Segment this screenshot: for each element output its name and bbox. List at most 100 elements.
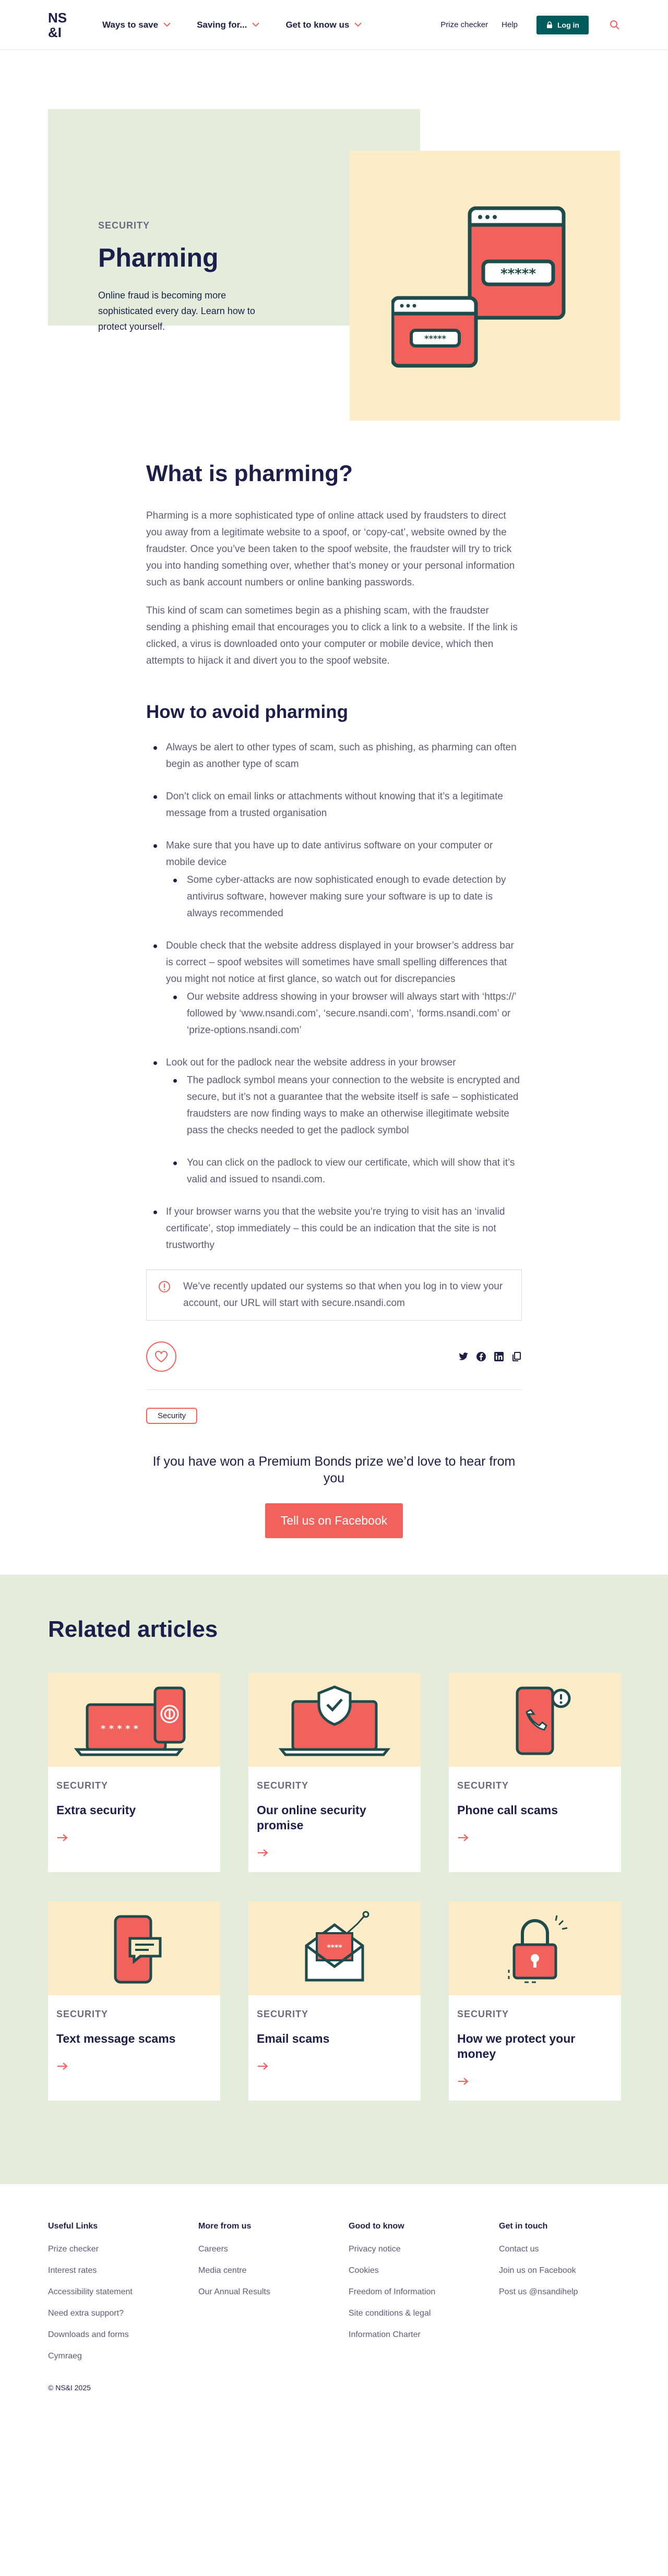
twitter-icon[interactable] [458, 1351, 469, 1362]
footer-link[interactable]: Accessibility statement [48, 2287, 198, 2297]
avoid-heading: How to avoid pharming [146, 702, 348, 722]
copyright: © NS&I 2025 [48, 2383, 91, 2392]
arrow-right-icon [258, 1849, 268, 1856]
hero-subtitle: Online fraud is becoming more sophistica… [98, 290, 255, 332]
sub-list-item: The padlock symbol means your connection… [166, 1072, 522, 1139]
footer-columns: Useful Links Prize checker Interest rate… [48, 2222, 620, 2373]
chevron-down-icon [354, 22, 362, 27]
footer-link[interactable]: Information Charter [349, 2330, 499, 2340]
footer-link[interactable]: Contact us [499, 2245, 649, 2254]
arrow-right-icon [258, 2063, 268, 2070]
card-category: SECURITY [457, 2009, 509, 2019]
svg-text:****: **** [327, 1944, 342, 1952]
svg-text:*****: ***** [500, 266, 536, 282]
footer-link[interactable]: Site conditions & legal [349, 2309, 499, 2318]
card-illustration [449, 1901, 621, 1995]
nav-label: Ways to save [102, 19, 159, 30]
footer-link[interactable]: Freedom of Information [349, 2287, 499, 2297]
svg-text:* * * * *: * * * * * [101, 1723, 139, 1734]
list-item: Don’t click on email links or attachment… [146, 788, 522, 822]
footer-link[interactable]: Cookies [349, 2266, 499, 2275]
arrow-right-icon [57, 1834, 68, 1841]
card-title: Email scams [257, 2032, 330, 2045]
info-alert-icon [159, 1281, 170, 1292]
footer-link[interactable]: Post us @nsandihelp [499, 2287, 649, 2297]
footer-link[interactable]: Our Annual Results [198, 2287, 349, 2297]
copy-link-icon[interactable] [511, 1351, 522, 1362]
nsandi-logo[interactable]: NS &I [48, 10, 72, 40]
nav-ways-to-save[interactable]: Ways to save [102, 20, 171, 30]
phone-message-icon [114, 1915, 162, 1984]
chevron-down-icon [252, 22, 260, 27]
footer-heading: Useful Links [48, 2222, 98, 2231]
related-card-text-message-scams[interactable]: SECURITY Text message scams [48, 1901, 220, 2101]
svg-text:*****: ***** [424, 333, 446, 343]
related-card-extra-security[interactable]: * * * * * SECURITY Extra security [48, 1673, 220, 1872]
site-header: NS &I Ways to save Saving for... Get to … [0, 0, 668, 50]
prize-checker-link[interactable]: Prize checker [440, 20, 488, 29]
footer-heading: More from us [198, 2222, 252, 2231]
linkedin-icon[interactable] [494, 1351, 504, 1362]
related-card-email-scams[interactable]: **** SECURITY Email scams [248, 1901, 421, 2101]
nav-saving-for[interactable]: Saving for... [197, 20, 260, 30]
related-card-online-security-promise[interactable]: SECURITY Our online security promise [248, 1673, 421, 1872]
footer-column-more-from-us: More from us Careers Media centre Our An… [198, 2222, 349, 2373]
svg-text:NS: NS [48, 10, 67, 26]
lock-icon [547, 21, 552, 28]
card-title: Phone call scams [457, 1803, 558, 1817]
list-item: Look out for the padlock near the websit… [146, 1055, 522, 1188]
site-footer: Useful Links Prize checker Interest rate… [0, 2184, 668, 2413]
footer-link[interactable]: Need extra support? [48, 2309, 198, 2318]
login-label: Log in [557, 20, 579, 29]
laptop-shield-icon [278, 1685, 391, 1756]
card-category: SECURITY [56, 1780, 109, 1791]
footer-column-good-to-know: Good to know Privacy notice Cookies Free… [349, 2222, 499, 2373]
article: What is pharming? Pharming is a more sop… [146, 436, 522, 1575]
login-button[interactable]: Log in [536, 15, 589, 34]
card-illustration [48, 1901, 220, 1995]
related-heading: Related articles [48, 1616, 218, 1642]
utility-nav: Prize checker Help Log in [440, 15, 620, 34]
arrow-right-icon [57, 2063, 68, 2070]
footer-link[interactable]: Cymraeg [48, 2352, 198, 2361]
card-title: Our online security promise [257, 1803, 366, 1832]
card-category: SECURITY [56, 2009, 109, 2019]
info-notice: We’ve recently updated our systems so th… [146, 1269, 522, 1321]
sub-list: Our website address showing in your brow… [166, 989, 522, 1039]
footer-link[interactable]: Privacy notice [349, 2245, 499, 2254]
like-button[interactable] [146, 1341, 176, 1372]
footer-link[interactable]: Prize checker [48, 2245, 198, 2254]
topic-tag[interactable]: Security [146, 1408, 198, 1424]
list-item: Always be alert to other types of scam, … [146, 739, 522, 773]
footer-link[interactable]: Interest rates [48, 2266, 198, 2275]
card-category: SECURITY [257, 2009, 309, 2019]
related-card-phone-call-scams[interactable]: SECURITY Phone call scams [449, 1673, 621, 1872]
footer-link[interactable]: Careers [198, 2245, 349, 2254]
list-item: If your browser warns you that the websi… [146, 1204, 522, 1254]
footer-column-get-in-touch: Get in touch Contact us Join us on Faceb… [499, 2222, 649, 2373]
sub-list-item: You can click on the padlock to view our… [166, 1155, 522, 1188]
footer-link[interactable]: Join us on Facebook [499, 2266, 649, 2275]
footer-link[interactable]: Media centre [198, 2266, 349, 2275]
related-cards: * * * * * SECURITY Extra security SECURI… [48, 1673, 621, 2101]
card-title: Text message scams [56, 2032, 176, 2045]
facebook-icon[interactable] [476, 1351, 486, 1362]
browser-password-illustration-icon: ***** ***** [391, 206, 566, 368]
sub-list: Some cyber-attacks are now sophisticated… [166, 872, 522, 922]
card-title: How we protect your money [457, 2032, 576, 2060]
related-card-protect-your-money[interactable]: SECURITY How we protect your money [449, 1901, 621, 2101]
footer-link[interactable]: Downloads and forms [48, 2330, 198, 2340]
article-paragraph: This kind of scam can sometimes begin as… [146, 605, 518, 666]
nav-label: Get to know us [285, 19, 350, 30]
nav-get-to-know-us[interactable]: Get to know us [285, 20, 362, 30]
padlock-icon [508, 1915, 568, 1983]
sub-list: The padlock symbol means your connection… [166, 1072, 522, 1188]
notice-text: We’ve recently updated our systems so th… [183, 1281, 503, 1309]
search-icon[interactable] [610, 20, 620, 30]
facebook-cta-button[interactable]: Tell us on Facebook [265, 1503, 403, 1538]
related-articles: Related articles * * * * * SECURITY Extr… [0, 1575, 668, 2184]
svg-text:&I: &I [48, 25, 62, 40]
arrow-right-icon [458, 2078, 469, 2085]
sub-list-item: Some cyber-attacks are now sophisticated… [166, 872, 522, 922]
help-link[interactable]: Help [502, 20, 518, 29]
